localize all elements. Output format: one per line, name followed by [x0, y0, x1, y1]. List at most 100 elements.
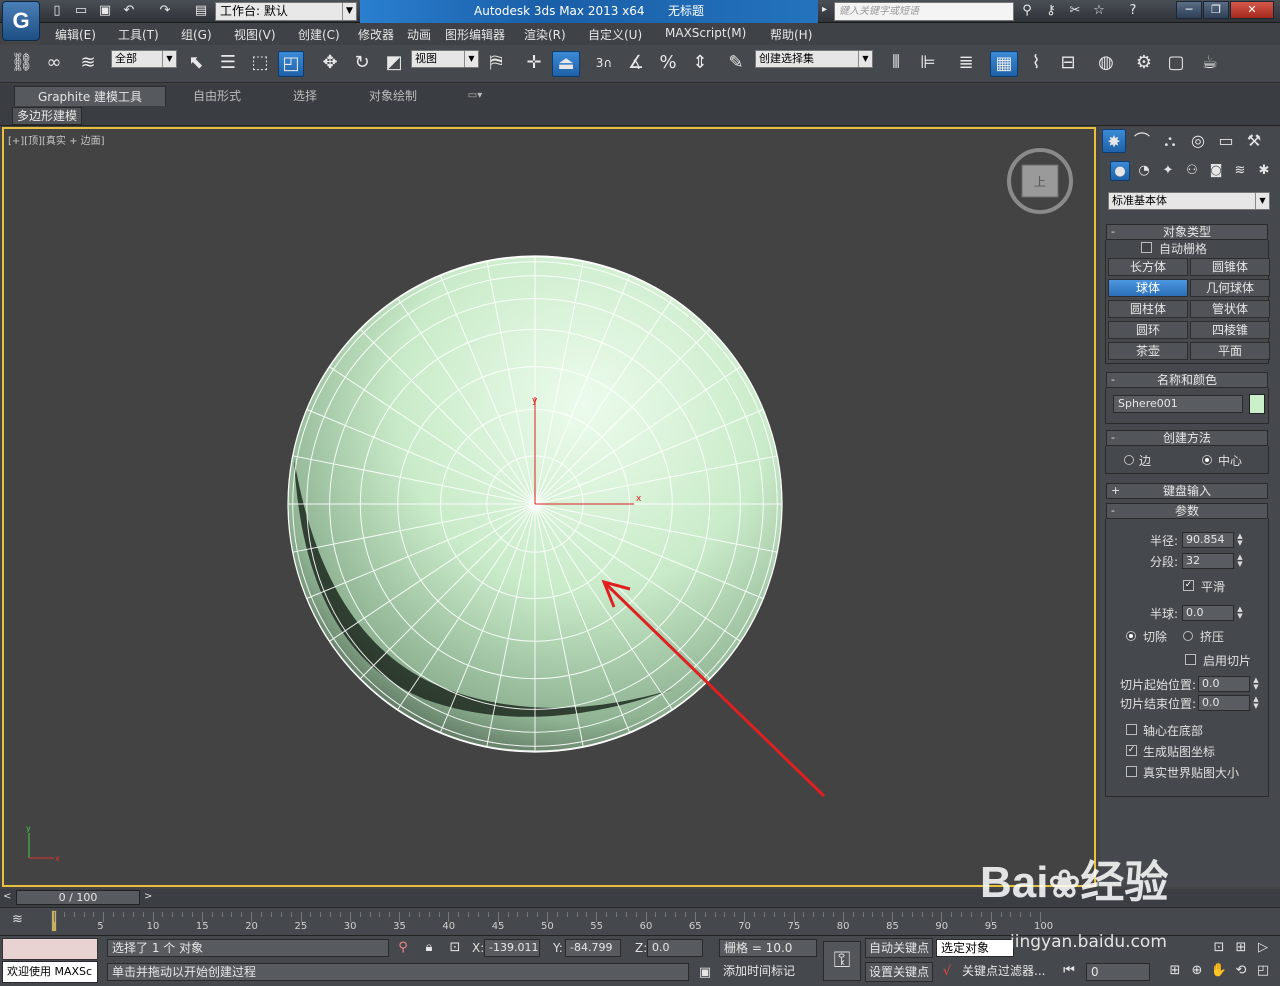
zoom-extents-icon[interactable]: ⊞	[1166, 962, 1184, 980]
curve-editor-icon[interactable]: ⌇	[1022, 49, 1050, 77]
project-folder-icon[interactable]: ▤	[192, 3, 210, 19]
workspace-dropdown[interactable]: 工作台: 默认 ▼	[215, 2, 357, 21]
selection-filter-dropdown[interactable]: 全部 ▼	[111, 50, 177, 68]
cameras-icon[interactable]: ⚇	[1182, 161, 1202, 181]
percent-snap-icon[interactable]: %	[654, 49, 682, 77]
spinner-arrows-icon[interactable]: ▲ ▼	[1235, 554, 1245, 568]
tab-graphite-modeling[interactable]: Graphite 建模工具	[14, 86, 166, 106]
material-editor-icon[interactable]: ◍	[1092, 49, 1120, 77]
lock-selection-icon[interactable]: 🔒︎	[420, 939, 438, 957]
binoculars-icon[interactable]: ⚲	[1018, 3, 1036, 19]
zoom-icon[interactable]: ⊕	[1188, 962, 1206, 980]
minimize-button[interactable]: ─	[1176, 1, 1202, 19]
menu-tools[interactable]: 工具(T)	[118, 26, 159, 43]
menu-graph-editors[interactable]: 图形编辑器	[445, 26, 505, 43]
rotate-icon[interactable]: ↻	[348, 49, 376, 77]
spinner-arrows-icon[interactable]: ▲ ▼	[1251, 677, 1261, 691]
restore-button[interactable]: ❐	[1203, 1, 1229, 19]
absolute-mode-icon[interactable]: ⊡	[446, 939, 464, 957]
pyramid-button[interactable]: 四棱锥	[1190, 321, 1270, 339]
zoom-extents-all-icon[interactable]: ⊞	[1232, 939, 1250, 957]
create-tab-icon[interactable]: ✸	[1102, 129, 1126, 153]
field-of-view-icon[interactable]: ▷	[1254, 939, 1272, 957]
spinner-snap-icon[interactable]: ⇕	[686, 49, 714, 77]
rollout-creation-method[interactable]: - 创建方法	[1106, 430, 1268, 446]
tab-object-paint[interactable]: 对象绘制	[350, 86, 436, 106]
mirror-icon[interactable]: ⫴	[882, 49, 910, 77]
menu-rendering[interactable]: 渲染(R)	[524, 26, 566, 43]
go-to-start-icon[interactable]: ⏮	[1060, 962, 1078, 980]
tab-selection[interactable]: 选择	[268, 86, 342, 106]
menu-modifiers[interactable]: 修改器	[358, 26, 394, 43]
menu-maxscript[interactable]: MAXScript(M)	[665, 26, 746, 40]
menu-edit[interactable]: 编辑(E)	[55, 26, 96, 43]
key-filter-icon[interactable]: √	[938, 963, 956, 981]
box-button[interactable]: 长方体	[1108, 258, 1188, 276]
application-button[interactable]: G	[2, 1, 40, 41]
pivot-center-icon[interactable]: ⛿	[482, 49, 510, 77]
menu-animation[interactable]: 动画	[407, 26, 431, 43]
menu-create[interactable]: 创建(C)	[298, 26, 340, 43]
viewport-scene[interactable]: y x 上 y x	[4, 129, 1094, 885]
segments-spinner[interactable]: 32 ▲ ▼	[1182, 553, 1243, 569]
move-icon[interactable]: ✥	[316, 49, 344, 77]
squash-radio[interactable]	[1183, 631, 1193, 641]
enable-slice-checkbox[interactable]	[1185, 654, 1196, 665]
geosphere-button[interactable]: 几何球体	[1190, 279, 1270, 297]
space-warps-icon[interactable]: ≋	[1230, 161, 1250, 181]
motion-tab-icon[interactable]: ◎	[1186, 129, 1210, 153]
current-frame-field[interactable]: 0	[1086, 963, 1150, 981]
timeline-ruler[interactable]: ≋ 5 10 15 20 25 30 35 40 45 50 55 60 65 70 75 80 85 90 95 1…	[0, 907, 1280, 935]
reference-coord-dropdown[interactable]: 视图 ▼	[411, 50, 479, 68]
key-filters-button[interactable]: 关键点过滤器...	[958, 963, 1048, 981]
modify-tab-icon[interactable]: ⌒	[1130, 129, 1154, 153]
select-object-icon[interactable]: ⬉	[182, 49, 210, 77]
teapot-button[interactable]: 茶壶	[1108, 342, 1188, 360]
rendered-frame-icon[interactable]: ▢	[1162, 49, 1190, 77]
menu-help[interactable]: 帮助(H)	[770, 26, 812, 43]
unlink-icon[interactable]: ∞	[40, 49, 68, 77]
x-coord-field[interactable]: -139.011	[484, 939, 540, 957]
save-icon[interactable]: ▣	[96, 3, 114, 19]
torus-button[interactable]: 圆环	[1108, 321, 1188, 339]
slice-from-spinner[interactable]: 0.0 ▲ ▼	[1198, 676, 1259, 692]
maxscript-listener-mini[interactable]	[2, 938, 98, 960]
scale-icon[interactable]: ◩	[380, 49, 408, 77]
auto-key-button[interactable]: 自动关键点	[865, 938, 933, 958]
favorites-icon[interactable]: ☆	[1090, 3, 1108, 19]
manipulate-icon[interactable]: ✛	[520, 49, 548, 77]
key-mode-dropdown[interactable]: 选定对象	[936, 939, 1014, 957]
welcome-field[interactable]: 欢迎使用 MAXSc	[2, 961, 98, 983]
systems-icon[interactable]: ✱	[1254, 161, 1274, 181]
edge-radio[interactable]	[1124, 455, 1134, 465]
help-icon[interactable]: ?	[1124, 3, 1142, 19]
spinner-arrows-icon[interactable]: ▲ ▼	[1251, 696, 1261, 710]
chevron-right-icon[interactable]: ▸	[822, 4, 827, 15]
set-key-icon[interactable]: ⚿	[823, 941, 861, 981]
new-file-icon[interactable]: ▯	[48, 3, 66, 19]
render-setup-icon[interactable]: ⚙	[1130, 49, 1158, 77]
schematic-view-icon[interactable]: ⊟	[1054, 49, 1082, 77]
cylinder-button[interactable]: 圆柱体	[1108, 300, 1188, 318]
edit-named-sets-icon[interactable]: ✎	[722, 49, 750, 77]
angle-snap-icon[interactable]: ∡	[622, 49, 650, 77]
window-crossing-icon[interactable]: ◰	[278, 51, 304, 77]
object-name-field[interactable]: Sphere001	[1113, 395, 1243, 413]
mini-curve-editor-icon[interactable]: ≋	[12, 912, 23, 927]
chevron-right-icon[interactable]: >	[144, 891, 152, 902]
chevron-left-icon[interactable]: <	[3, 891, 11, 902]
undo-icon[interactable]: ↶	[120, 3, 138, 19]
rect-selection-icon[interactable]: ⬚	[246, 49, 274, 77]
rollout-keyboard-entry[interactable]: + 键盘输入	[1106, 483, 1268, 499]
gen-map-coords-checkbox[interactable]: ✓	[1126, 745, 1137, 756]
ribbon-options-icon[interactable]: ▭▾	[460, 86, 490, 106]
time-slider[interactable]: 0 / 100	[16, 890, 140, 905]
bind-space-warp-icon[interactable]: ≋	[74, 49, 102, 77]
zoom-all-icon[interactable]: ⊡	[1210, 939, 1228, 957]
redo-icon[interactable]: ↷	[156, 3, 174, 19]
add-time-tag[interactable]: 添加时间标记	[719, 963, 817, 981]
rollout-name-color[interactable]: - 名称和颜色	[1106, 372, 1268, 388]
y-coord-field[interactable]: -84.799	[565, 939, 621, 957]
viewport-top[interactable]: [+][顶][真实 + 边面] y x 上 y x	[2, 127, 1096, 887]
chop-radio[interactable]	[1126, 631, 1136, 641]
